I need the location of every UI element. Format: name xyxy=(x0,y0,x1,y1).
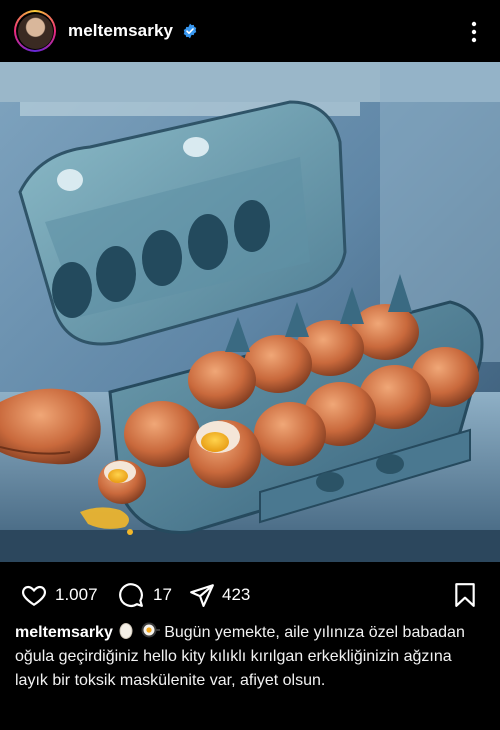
share-count[interactable]: 423 xyxy=(222,585,250,605)
verified-badge-icon xyxy=(183,23,197,39)
post-caption: meltemsarky Bugün yemekte, aile yılınıza… xyxy=(15,621,485,693)
more-vertical-icon[interactable] xyxy=(462,18,486,46)
egg-carton-painting xyxy=(0,62,500,562)
fried-egg-pan-emoji-icon xyxy=(141,622,160,638)
action-bar: 1.007 17 423 xyxy=(0,562,500,622)
post-header: meltemsarky xyxy=(0,0,500,62)
avatar-gap xyxy=(16,12,54,50)
like-count[interactable]: 1.007 xyxy=(55,585,98,605)
bookmark-icon[interactable] xyxy=(452,582,478,608)
avatar[interactable] xyxy=(14,10,56,52)
avatar-image xyxy=(17,13,53,49)
speech-bubble-icon[interactable] xyxy=(117,582,145,608)
paper-plane-icon[interactable] xyxy=(188,582,216,608)
egg-emoji-icon xyxy=(119,623,133,639)
comment-count[interactable]: 17 xyxy=(153,585,172,605)
heart-icon[interactable] xyxy=(20,582,48,608)
post-username[interactable]: meltemsarky xyxy=(68,21,173,41)
post-image[interactable] xyxy=(0,62,500,562)
caption-username[interactable]: meltemsarky xyxy=(15,624,113,641)
